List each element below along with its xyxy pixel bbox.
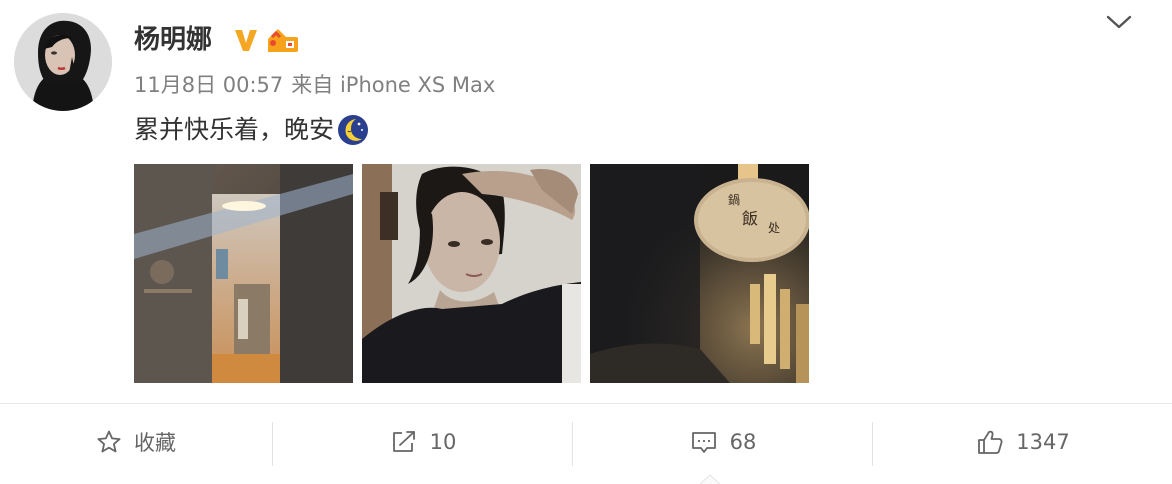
photo-room-doorway[interactable]: [134, 164, 353, 383]
avatar-portrait-image: [14, 13, 112, 111]
svg-text:鍋: 鍋: [728, 192, 740, 207]
action-separator: [872, 422, 873, 466]
post-time[interactable]: 11月8日 00:57: [134, 73, 283, 97]
comment-icon: [691, 432, 716, 453]
more-options-chevron-icon[interactable]: [1104, 10, 1134, 34]
post-source: 来自 iPhone XS Max: [291, 73, 496, 97]
action-separator: [272, 422, 273, 466]
post-content: 累并快乐着，晚安: [134, 112, 370, 148]
post-meta: 11月8日 00:57 来自 iPhone XS Max: [134, 70, 495, 100]
star-icon: [97, 430, 121, 453]
share-button[interactable]: 10: [274, 404, 572, 480]
post-actions-bar: 收藏 10 68 1347: [0, 404, 1172, 484]
like-count: 1347: [1016, 430, 1070, 454]
favorite-label: 收藏: [134, 431, 176, 455]
photo-selfie[interactable]: [362, 164, 581, 383]
thumbs-up-icon: [978, 430, 1003, 454]
like-button[interactable]: 1347: [874, 404, 1172, 480]
favorite-button[interactable]: 收藏: [0, 404, 272, 480]
author-name[interactable]: 杨明娜: [134, 23, 212, 57]
weibo-post-card: 杨明娜 11月8日 00:57 来自 iPhone XS Max 累并快乐着，晚安: [0, 0, 1172, 484]
action-separator: [572, 422, 573, 466]
post-text: 累并快乐着，晚安: [134, 115, 335, 144]
comment-count: 68: [729, 430, 757, 454]
svg-text:处: 处: [768, 221, 780, 235]
comment-pointer-caret: [700, 474, 720, 484]
moon-sleep-emoji: [338, 115, 369, 145]
member-level-icon: [264, 25, 300, 55]
svg-text:飯: 飯: [742, 209, 758, 228]
verified-v-icon: [232, 26, 260, 54]
share-icon: [392, 431, 415, 452]
author-avatar[interactable]: [14, 13, 112, 111]
share-count: 10: [429, 430, 457, 454]
photo-dark-sign[interactable]: 鍋 飯 处: [590, 164, 809, 383]
comment-button[interactable]: 68: [574, 404, 872, 480]
